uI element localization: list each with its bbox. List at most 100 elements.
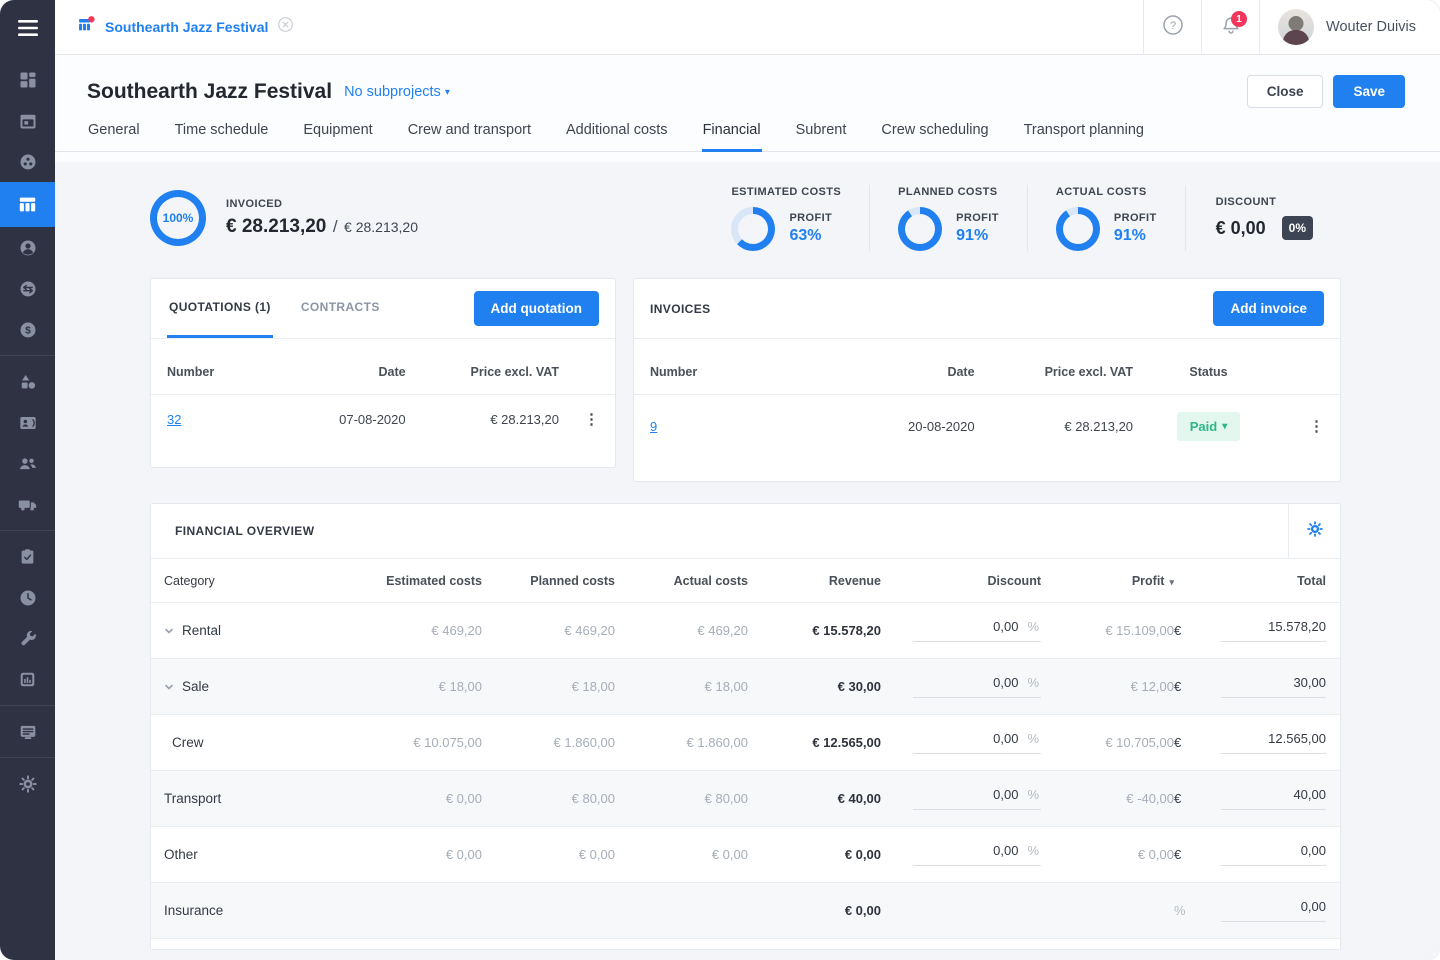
contacts-icon [18,413,38,433]
expand-row-icon[interactable] [164,682,174,692]
kebab-menu-icon[interactable]: ⋮ [584,411,599,428]
total-input[interactable]: 12.565,00 [1221,731,1326,754]
expand-row-icon[interactable] [164,626,174,636]
quotation-number-link[interactable]: 32 [167,412,181,427]
sidebar-item-calendar[interactable] [0,100,55,141]
calendar-icon [18,111,38,131]
total-input[interactable]: 15.578,20 [1221,619,1326,642]
tab-additional-costs[interactable]: Additional costs [565,122,669,152]
sidebar-item-transport[interactable] [0,484,55,525]
actual-costs-donut [1056,207,1100,251]
tab-time-schedule[interactable]: Time schedule [174,122,270,152]
sidebar-item-equipment[interactable] [0,361,55,402]
svg-text:$: $ [25,325,31,336]
svg-text:?: ? [1169,20,1175,32]
sidebar-item-messages[interactable] [0,711,55,752]
sidebar: $ [0,0,55,960]
sidebar-item-statistics[interactable] [0,659,55,700]
tab-transport-planning[interactable]: Transport planning [1023,122,1145,152]
invoiced-label: INVOICED [226,198,418,210]
tab-financial[interactable]: Financial [702,122,762,152]
project-tab-label: Southearth Jazz Festival [105,19,268,35]
tab-contracts[interactable]: CONTRACTS [299,279,382,338]
table-settings-button[interactable] [1288,504,1340,558]
sidebar-divider [0,355,55,356]
sidebar-item-exchange[interactable] [0,268,55,309]
kebab-menu-icon[interactable]: ⋮ [1309,418,1324,435]
open-project-tab[interactable]: Southearth Jazz Festival [55,0,312,54]
sidebar-item-time[interactable] [0,577,55,618]
tab-crew-and-transport[interactable]: Crew and transport [407,122,532,152]
total-input[interactable]: 40,00 [1221,787,1326,810]
tab-general[interactable]: General [87,122,141,152]
project-tab-icon [77,15,96,39]
close-tab-icon[interactable] [277,16,294,38]
total-input[interactable]: 0,00 [1221,843,1326,866]
sidebar-item-financial[interactable]: $ [0,309,55,350]
financial-row-other: Other € 0,00 € 0,00 € 0,00 € 0,00 0,00% … [151,827,1340,883]
tab-crew-scheduling[interactable]: Crew scheduling [880,122,989,152]
quotation-row: 32 07-08-2020 € 28.213,20 ⋮ [151,395,615,443]
sidebar-divider [0,705,55,706]
exchange-icon [18,279,38,299]
save-button[interactable]: Save [1333,75,1405,108]
socket-icon [18,152,38,172]
sidebar-item-dashboard[interactable] [0,59,55,100]
add-invoice-button[interactable]: Add invoice [1213,291,1324,326]
time-icon [18,588,38,608]
tasks-icon [18,547,37,566]
sidebar-item-settings[interactable] [0,763,55,804]
tab-equipment[interactable]: Equipment [302,122,373,152]
user-name: Wouter Duivis [1326,19,1416,35]
settings-icon [18,774,38,794]
sidebar-item-account[interactable] [0,227,55,268]
repair-icon [18,629,38,649]
messages-icon [18,722,38,742]
invoice-status-dropdown[interactable]: Paid▾ [1177,412,1241,441]
invoiced-stat: 100% INVOICED € 28.213,20 / € 28.213,20 [150,190,418,246]
financial-row-transport: Transport € 0,00 € 80,00 € 80,00 € 40,00… [151,771,1340,827]
tab-subrent[interactable]: Subrent [795,122,848,152]
hamburger-menu-icon[interactable] [0,0,55,55]
financial-overview-card: FINANCIAL OVERVIEW Category Estimated co… [150,503,1341,950]
stats-row: 100% INVOICED € 28.213,20 / € 28.213,20 … [150,185,1341,251]
sort-profit-column[interactable]: Profit▾ [1041,574,1174,588]
discount-input[interactable]: 0,00% [913,675,1041,698]
total-input[interactable]: 30,00 [1221,675,1326,698]
financial-overview-title: FINANCIAL OVERVIEW [175,524,314,538]
notification-badge: 1 [1231,11,1247,27]
help-button[interactable]: ? [1143,0,1201,54]
sidebar-item-tasks[interactable] [0,536,55,577]
user-menu[interactable]: Wouter Duivis [1259,0,1440,54]
estimated-costs-donut [731,207,775,251]
page-header: Southearth Jazz Festival No subprojects … [55,55,1440,162]
discount-input[interactable]: 0,00% [913,843,1041,866]
discount-stat: DISCOUNT € 0,00 0% [1186,196,1341,240]
financial-content: 100% INVOICED € 28.213,20 / € 28.213,20 … [55,162,1440,960]
invoices-card: INVOICES Add invoice Number Date Price e… [633,278,1341,482]
topbar: Southearth Jazz Festival ? 1 Wouter Duiv… [55,0,1440,55]
sidebar-item-power[interactable] [0,141,55,182]
sidebar-item-repair[interactable] [0,618,55,659]
close-button[interactable]: Close [1247,75,1324,108]
sidebar-item-crew[interactable] [0,443,55,484]
tab-quotations[interactable]: QUOTATIONS (1) [167,279,273,338]
discount-input[interactable]: 0,00% [913,619,1041,642]
total-input[interactable]: 0,00 [1221,899,1326,922]
chevron-down-icon: ▾ [1222,421,1227,432]
subprojects-dropdown[interactable]: No subprojects ▾ [344,84,450,100]
invoices-title: INVOICES [650,302,711,316]
discount-input[interactable]: 0,00% [913,787,1041,810]
actual-costs-stat: ACTUAL COSTS PROFIT91% [1028,186,1185,251]
discount-input[interactable]: 0,00% [913,731,1041,754]
dashboard-icon [18,70,38,90]
invoice-number-link[interactable]: 9 [650,419,657,434]
financial-row-sale: Sale € 18,00 € 18,00 € 18,00 € 30,00 0,0… [151,659,1340,715]
sidebar-item-contacts[interactable] [0,402,55,443]
add-quotation-button[interactable]: Add quotation [474,291,599,326]
invoiced-amount: € 28.213,20 / € 28.213,20 [226,216,418,238]
chevron-down-icon: ▾ [445,87,450,98]
sidebar-item-projects[interactable] [0,182,55,227]
avatar [1278,9,1314,45]
notifications-button[interactable]: 1 [1201,0,1259,54]
